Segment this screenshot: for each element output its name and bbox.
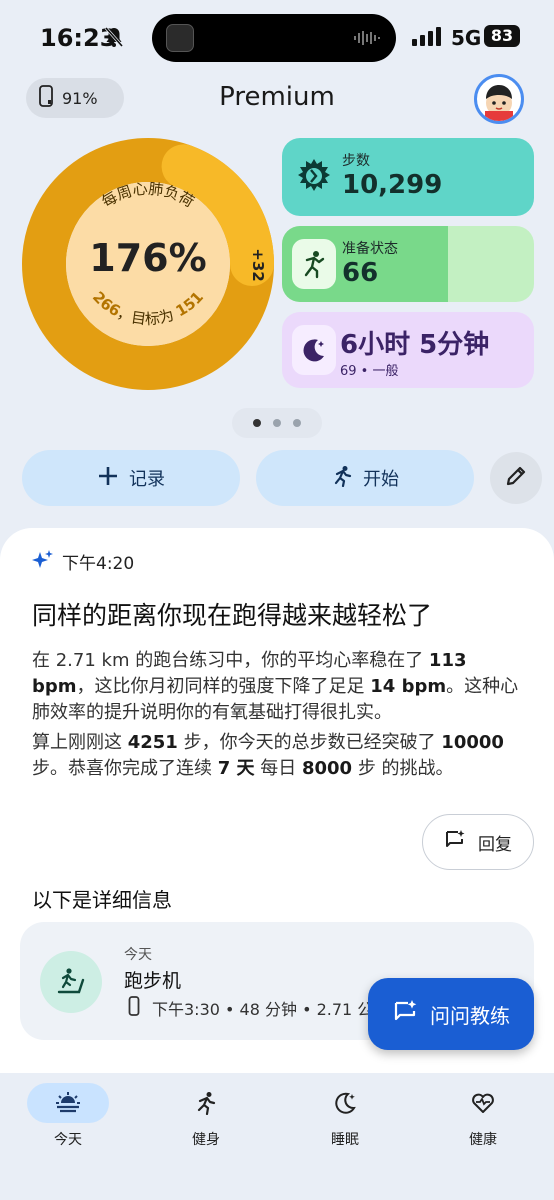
insight-time: 下午4:20 [62,554,135,574]
pager-dot[interactable] [273,419,281,427]
cell-signal-icon [412,26,442,50]
pager-dot[interactable] [253,419,261,427]
nav-today-label: 今天 [54,1132,82,1148]
sparkle-icon [32,548,54,575]
sleep-score: 69 • 一般 [340,364,399,379]
steps-card[interactable]: 步数 10,299 [282,138,534,216]
chat-sparkle-icon [392,999,418,1030]
readiness-card[interactable]: 准备状态 66 [282,226,534,302]
sleep-card[interactable]: 6小时 5分钟 69 • 一般 [282,312,534,388]
details-title: 以下是详细信息 [32,888,172,912]
reply-button[interactable]: 回复 [422,814,534,870]
insight-time-row: 下午4:20 [32,548,134,575]
steps-icon [292,151,336,201]
sleep-minutes: 5 [419,330,438,360]
steps-label: 步数 [342,153,370,169]
sleep-duration: 6小时 5分钟 [340,324,489,361]
edit-button[interactable] [490,452,542,504]
readiness-value: 66 [342,258,379,288]
nav-today[interactable]: 今天 [23,1083,113,1149]
insight-headline: 同样的距离你现在跑得越来越轻松了 [32,601,433,630]
start-label: 开始 [363,469,399,490]
cardio-load-plus: +32 [249,248,267,282]
sleep-hours-unit: 小时 [358,330,411,360]
watch-icon [128,996,140,1020]
activity-meta: 下午3:30 • 48 分钟 • 2.71 公里 [152,1000,390,1019]
record-button[interactable]: 记录 [22,450,240,506]
battery-level: 83 [484,25,520,47]
start-button[interactable]: 开始 [256,450,474,506]
page-title: Premium [219,82,335,112]
reply-label: 回复 [478,834,512,855]
plus-icon [97,465,119,492]
sleep-minutes-unit: 分钟 [437,330,490,360]
nav-fitness-label: 健身 [192,1132,220,1148]
ask-coach-button[interactable]: 问问教练 [368,978,534,1050]
readiness-icon [292,239,336,289]
chat-sparkle-icon [444,829,466,856]
nav-sleep-label: 睡眠 [331,1132,359,1148]
steps-value: 10,299 [342,170,443,200]
status-bar: 16:23 5G 83 [0,0,554,74]
running-icon [331,465,353,492]
ask-coach-label: 问问教练 [430,1003,510,1028]
pencil-icon [504,464,528,492]
nav-fitness[interactable]: 健身 [161,1083,251,1149]
pager-dot[interactable] [293,419,301,427]
moon-icon [292,325,336,375]
running-icon [161,1083,251,1123]
insight-paragraph-2: 算上刚刚这 4251 步，你今天的总步数已经突破了 10000 步。恭喜你完成了… [32,732,504,779]
app-thumbnail-icon [166,24,194,52]
treadmill-icon [40,951,102,1013]
sleep-hours: 6 [340,330,359,360]
insight-paragraph-1: 在 2.71 km 的跑台练习中，你的平均心率稳在了 113 bpm，这比你月初… [32,650,519,723]
heart-pulse-icon [438,1083,528,1123]
activity-meta-row: 下午3:30 • 48 分钟 • 2.71 公里 [128,996,389,1020]
bottom-nav: 今天 健身 睡眠 健康 [0,1073,554,1200]
moon-icon [300,1083,390,1123]
carousel-pager[interactable] [232,408,322,438]
dynamic-island [152,14,396,62]
record-label: 记录 [129,469,165,490]
readiness-label: 准备状态 [342,241,398,257]
network-type: 5G [451,26,482,50]
nav-health-label: 健康 [469,1132,497,1148]
bell-muted-icon [104,26,124,52]
avatar[interactable] [474,74,524,124]
activity-day: 今天 [124,947,152,963]
nav-health[interactable]: 健康 [438,1083,528,1149]
audio-wave-icon [354,31,380,45]
activity-name: 跑步机 [124,970,182,992]
nav-sleep[interactable]: 睡眠 [300,1083,390,1149]
sunrise-icon [27,1083,109,1123]
